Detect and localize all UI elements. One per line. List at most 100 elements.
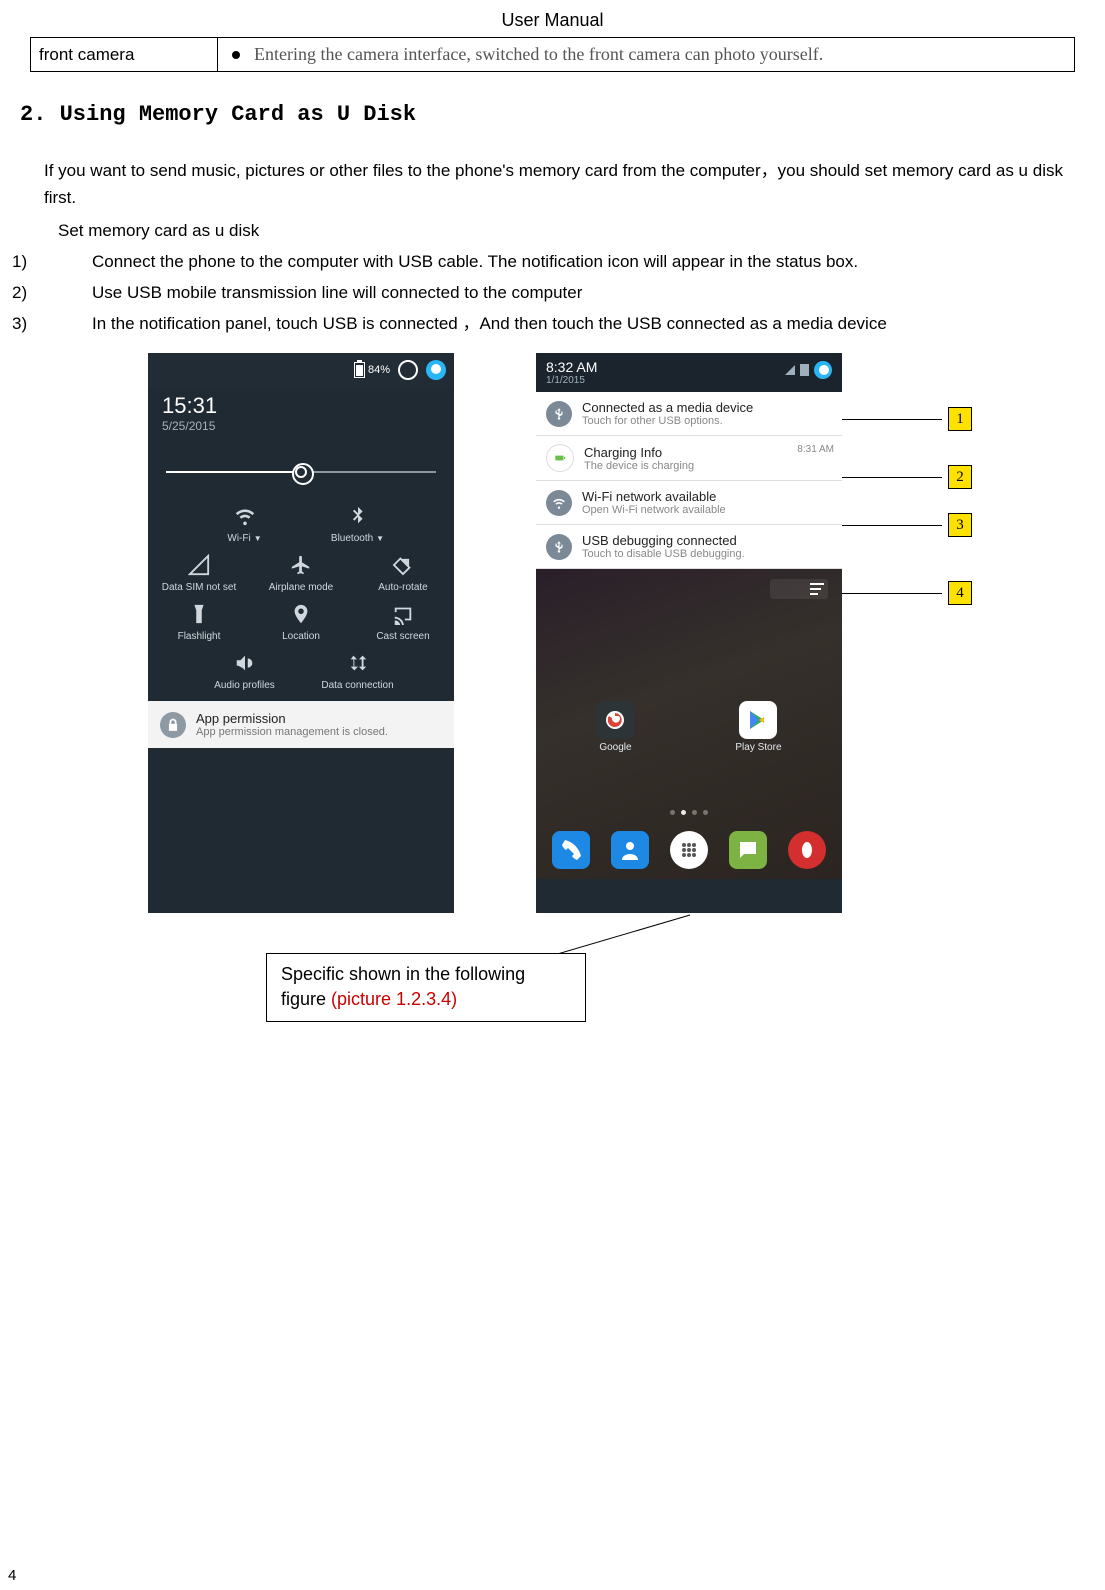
notif-timestamp: 8:31 AM xyxy=(797,444,834,455)
qs-row-1: Wi-Fi▼ Bluetooth▼ xyxy=(148,505,454,544)
screenshot-notifications: 8:32 AM1/1/2015 Connected as a media dev… xyxy=(536,353,842,913)
app-google[interactable]: Google xyxy=(596,701,634,753)
intro-paragraph: If you want to send music, pictures or o… xyxy=(44,157,1075,211)
callout-number: 1 xyxy=(948,407,972,431)
battery-icon xyxy=(354,362,365,378)
callout-number: 3 xyxy=(948,513,972,537)
brightness-slider[interactable] xyxy=(166,447,436,497)
app-row: Google Play Store xyxy=(536,701,842,753)
screenshot-quick-settings: 84% 15:31 5/25/2015 Wi-Fi▼ Bluetooth▼ xyxy=(148,353,454,913)
flashlight-icon xyxy=(188,603,210,625)
notification-media-device[interactable]: Connected as a media deviceTouch for oth… xyxy=(536,392,842,436)
figures-area: 84% 15:31 5/25/2015 Wi-Fi▼ Bluetooth▼ xyxy=(100,353,1075,973)
qs-label: Airplane mode xyxy=(269,582,333,593)
clock-area: 15:31 5/25/2015 xyxy=(148,387,454,435)
dock-messaging[interactable] xyxy=(729,831,767,869)
steps-list: 1)Connect the phone to the computer with… xyxy=(58,247,1075,339)
notif-title: Connected as a media device xyxy=(582,400,753,415)
table-cell-description: Entering the camera interface, switched … xyxy=(218,38,1075,72)
notif-subtitle: The device is charging xyxy=(584,460,694,472)
qs-label: Auto-rotate xyxy=(378,582,427,593)
qs-sim[interactable]: Data SIM not set xyxy=(148,554,250,593)
section-heading: 2. Using Memory Card as U Disk xyxy=(20,102,1075,127)
notification-wifi[interactable]: Wi-Fi network availableOpen Wi-Fi networ… xyxy=(536,481,842,525)
user-avatar-icon[interactable] xyxy=(814,361,832,379)
dock xyxy=(536,831,842,869)
status-bar: 84% xyxy=(148,353,454,387)
location-icon xyxy=(290,603,312,625)
feature-table: front camera Entering the camera interfa… xyxy=(30,37,1075,72)
time-text: 8:32 AM xyxy=(546,359,597,375)
notification-charging[interactable]: Charging InfoThe device is charging 8:31… xyxy=(536,436,842,481)
qs-label: Bluetooth xyxy=(331,533,373,544)
qs-data[interactable]: Data connection xyxy=(301,652,414,691)
dock-opera[interactable] xyxy=(788,831,826,869)
bullet-icon xyxy=(232,51,240,59)
bluetooth-icon xyxy=(347,505,369,527)
app-label: Google xyxy=(599,742,631,753)
table-cell-feature: front camera xyxy=(31,38,218,72)
page-indicator xyxy=(536,810,842,815)
callout-3: 3 xyxy=(842,513,972,537)
notification-app-permission[interactable]: App permissionApp permission management … xyxy=(148,701,454,748)
qs-flashlight[interactable]: Flashlight xyxy=(148,603,250,642)
signal-icon xyxy=(188,554,210,576)
caption-box: Specific shown in the following figure (… xyxy=(266,953,586,1021)
airplane-icon xyxy=(290,554,312,576)
status-bar: 8:32 AM1/1/2015 xyxy=(536,353,842,392)
charging-icon xyxy=(546,444,574,472)
notif-subtitle: App permission management is closed. xyxy=(196,726,388,738)
qs-label: Data connection xyxy=(321,680,393,691)
qs-label: Audio profiles xyxy=(214,680,275,691)
notification-usb-debugging[interactable]: USB debugging connectedTouch to disable … xyxy=(536,525,842,569)
step-text: Connect the phone to the computer with U… xyxy=(92,252,858,271)
step-item: 3)In the notification panel, touch USB i… xyxy=(58,309,1075,340)
home-screen: Google Play Store xyxy=(536,569,842,879)
qs-label: Flashlight xyxy=(178,631,221,642)
usb-icon xyxy=(546,534,572,560)
qs-audio[interactable]: Audio profiles xyxy=(188,652,301,691)
dock-contacts[interactable] xyxy=(611,831,649,869)
notification-list: Connected as a media deviceTouch for oth… xyxy=(536,392,842,569)
app-play-store[interactable]: Play Store xyxy=(735,701,781,753)
date-text: 5/25/2015 xyxy=(162,419,440,433)
notif-title: Wi-Fi network available xyxy=(582,489,726,504)
qs-wifi[interactable]: Wi-Fi▼ xyxy=(188,505,301,544)
qs-label: Data SIM not set xyxy=(162,582,236,593)
caption-ref: (picture 1.2.3.4) xyxy=(331,989,457,1009)
google-widget[interactable] xyxy=(770,579,828,599)
user-avatar-icon[interactable] xyxy=(426,360,446,380)
time-text: 15:31 xyxy=(162,393,440,419)
step-text: In the notification panel, touch USB is … xyxy=(92,314,887,333)
battery-indicator: 84% xyxy=(354,362,390,378)
signal-icon xyxy=(785,365,795,375)
date-text: 1/1/2015 xyxy=(546,375,597,386)
notif-title: USB debugging connected xyxy=(582,533,745,548)
qs-label: Location xyxy=(282,631,320,642)
lock-icon xyxy=(160,712,186,738)
notif-subtitle: Open Wi-Fi network available xyxy=(582,504,726,516)
sub-heading: Set memory card as u disk xyxy=(58,221,1075,241)
app-label: Play Store xyxy=(735,742,781,753)
page-header: User Manual xyxy=(30,10,1075,31)
callout-2: 2 xyxy=(842,465,972,489)
qs-rotate[interactable]: Auto-rotate xyxy=(352,554,454,593)
notif-title: Charging Info xyxy=(584,445,694,460)
cast-icon xyxy=(392,603,414,625)
audio-icon xyxy=(234,652,256,674)
callout-number: 2 xyxy=(948,465,972,489)
wifi-icon xyxy=(546,490,572,516)
qs-cast[interactable]: Cast screen xyxy=(352,603,454,642)
dock-apps[interactable] xyxy=(670,831,708,869)
dock-phone[interactable] xyxy=(552,831,590,869)
qs-location[interactable]: Location xyxy=(250,603,352,642)
qs-airplane[interactable]: Airplane mode xyxy=(250,554,352,593)
qs-row-2: Data SIM not set Airplane mode Auto-rota… xyxy=(148,554,454,593)
qs-row-3: Flashlight Location Cast screen xyxy=(148,603,454,642)
qs-label: Wi-Fi xyxy=(227,533,250,544)
table-desc-text: Entering the camera interface, switched … xyxy=(254,44,823,64)
data-icon xyxy=(347,652,369,674)
qs-bluetooth[interactable]: Bluetooth▼ xyxy=(301,505,414,544)
battery-text: 84% xyxy=(368,364,390,376)
settings-icon[interactable] xyxy=(398,360,418,380)
